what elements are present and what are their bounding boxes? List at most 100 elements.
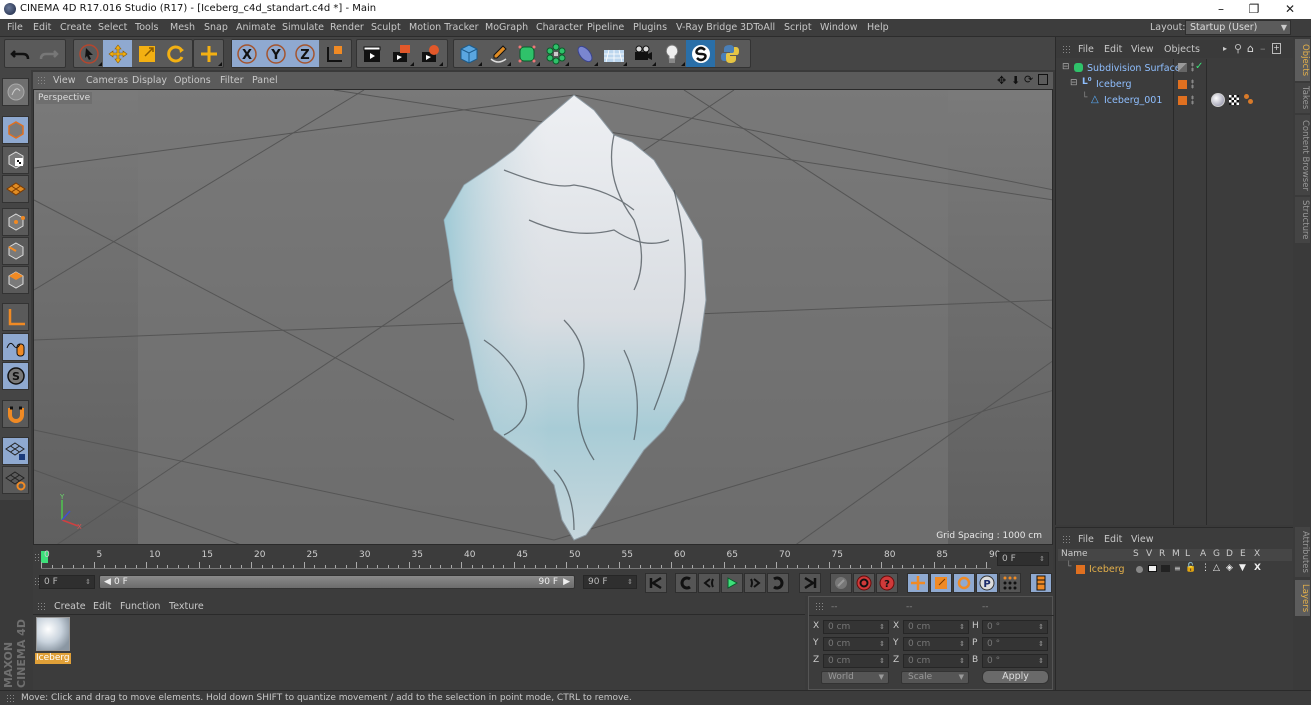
key-pla-button[interactable] [999,573,1021,593]
spinner-icon[interactable]: ⇕ [959,655,965,667]
points-mode-button[interactable] [2,208,29,236]
restore-button[interactable]: ❐ [1236,0,1272,19]
spinner-icon[interactable]: ⇕ [1038,638,1044,650]
object-row-subdivision-surface[interactable]: ⊟ Subdivision Surface ✓ [1058,61,1292,77]
preview-range-slider[interactable]: ◀ 0 F 90 F ▶ [99,575,575,589]
close-button[interactable]: ✕ [1272,0,1308,19]
panel-grip[interactable] [37,76,46,85]
spinner-icon[interactable]: ⇕ [959,621,965,633]
layout-select[interactable]: Startup (User) ▼ [1185,20,1291,35]
redo-button[interactable] [34,40,63,67]
generators-toggle-icon[interactable]: △ [1213,563,1220,573]
cube-button[interactable] [454,40,483,67]
visibility-dots-icon[interactable] [1191,79,1194,89]
panel-grip[interactable] [6,694,15,703]
material-menu-function[interactable]: Function [120,601,160,612]
menu-simulate[interactable]: Simulate [282,22,324,33]
rotate-tool-button[interactable] [161,40,190,67]
column-name[interactable]: Name [1061,549,1088,559]
tweak-mode-button[interactable] [2,333,29,361]
column-render[interactable]: R [1159,549,1165,559]
rotation-field[interactable]: 0 ° ⇕ [982,637,1048,651]
menu-render[interactable]: Render [330,22,364,33]
viewport-menu-options[interactable]: Options [174,75,211,86]
light-button[interactable] [657,40,686,67]
x-axis-button[interactable]: X [232,40,261,67]
minimize-button[interactable]: – [1203,0,1239,19]
floor-button[interactable] [599,40,628,67]
polygons-mode-button[interactable] [2,266,29,294]
material-swatch[interactable]: Iceberg [35,616,71,664]
deformer-button[interactable] [570,40,599,67]
visibility-dots-icon[interactable] [1191,95,1194,105]
column-view[interactable]: V [1146,549,1152,559]
start-frame-field[interactable]: 0 F ⇕ [39,575,95,589]
keyframe-selection-button[interactable]: ? [876,573,898,593]
rotation-field[interactable]: 0 ° ⇕ [982,654,1048,668]
viewport-menu-cameras[interactable]: Cameras [86,75,128,86]
autokey-button[interactable] [853,573,875,593]
menu-snap[interactable]: Snap [204,22,228,33]
size-field[interactable]: 0 cm ⇕ [903,654,969,668]
python-button[interactable] [715,40,744,67]
3d-viewport[interactable]: Y X Perspective Grid Spacing : 1000 cm [33,89,1053,545]
key-rotation-button[interactable] [953,573,975,593]
size-field[interactable]: 0 cm ⇕ [903,637,969,651]
layer-color-swatch[interactable] [1076,565,1085,574]
column-animation[interactable]: A [1200,549,1206,559]
expressions-toggle-icon[interactable]: ▼ [1239,563,1246,573]
menu-more-arrow-icon[interactable]: ▸ [1223,44,1227,53]
menu-script[interactable]: Script [784,22,812,33]
3dtoall-button[interactable] [686,40,715,67]
axis-mode-button[interactable] [2,303,29,331]
menu-select[interactable]: Select [98,22,127,33]
dolly-icon[interactable]: ⬇ [1011,74,1020,87]
menu-character[interactable]: Character [536,22,583,33]
layer-menu-view[interactable]: View [1131,534,1154,545]
enabled-check-icon[interactable]: ✓ [1195,61,1203,72]
menu-plugins[interactable]: Plugins [633,22,667,33]
viewport-menu-view[interactable]: View [53,75,76,86]
layer-menu-file[interactable]: File [1078,534,1094,545]
menu-window[interactable]: Window [820,22,857,33]
current-frame-field[interactable]: 0 F ⇕ [997,552,1049,566]
viewport-menu-panel[interactable]: Panel [252,75,278,86]
tab-takes[interactable]: Takes [1295,83,1310,113]
menu-help[interactable]: Help [867,22,889,33]
view-toggle-icon[interactable] [1148,565,1157,572]
layer-row-iceberg[interactable]: └ Iceberg ≡ 🔓 ⋮ △ ◈ ▼ X [1058,562,1292,578]
menu-motion-tracker[interactable]: Motion Tracker [409,22,479,33]
cloner-button[interactable] [541,40,570,67]
tab-layers[interactable]: Layers [1295,580,1310,616]
coordinate-system-button[interactable] [319,40,348,67]
column-manager[interactable]: M [1172,549,1180,559]
layer-color-icon[interactable] [1178,80,1187,89]
search-icon[interactable]: ⚲ [1234,42,1242,55]
workplane-mode-button[interactable] [2,175,29,203]
snap-button[interactable] [2,400,29,428]
size-field[interactable]: 0 cm ⇕ [903,620,969,634]
live-selection-button[interactable] [74,40,103,67]
spinner-icon[interactable]: ⇕ [879,638,885,650]
next-frame-button[interactable] [744,573,766,593]
column-xrefs[interactable]: X [1254,549,1260,559]
workplane-lock-button[interactable] [2,437,29,465]
menu-edit[interactable]: Edit [33,22,51,33]
collapse-icon[interactable]: ⊟ [1070,78,1078,88]
coordinate-space-select[interactable]: World ▼ [821,671,889,684]
range-left-arrow-icon[interactable]: ◀ [104,576,111,588]
maximize-icon[interactable] [1038,74,1048,85]
menu-animate[interactable]: Animate [236,22,276,33]
column-deformers[interactable]: D [1226,549,1233,559]
tab-structure[interactable]: Structure [1295,197,1310,243]
object-menu-view[interactable]: View [1131,44,1154,55]
z-axis-button[interactable]: Z [290,40,319,67]
minimize-panel-icon[interactable]: – [1260,42,1266,55]
pen-button[interactable] [483,40,512,67]
next-key-button[interactable] [767,573,789,593]
rotation-field[interactable]: 0 ° ⇕ [982,620,1048,634]
menu-file[interactable]: File [7,22,23,33]
new-panel-icon[interactable]: + [1272,43,1281,54]
coordinate-mode-select[interactable]: Scale ▼ [901,671,969,684]
go-to-start-button[interactable] [645,573,667,593]
